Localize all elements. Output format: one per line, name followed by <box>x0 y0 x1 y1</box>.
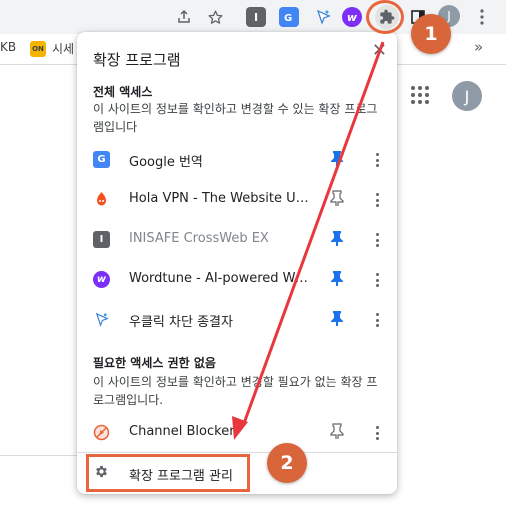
page-avatar[interactable]: J <box>452 81 482 111</box>
full-access-heading: 전체 액세스 <box>93 85 153 99</box>
extension-label: Google 번역 <box>129 155 203 170</box>
inisafe-icon: I <box>93 231 110 248</box>
svg-text:G: G <box>284 13 292 24</box>
extension-label: Channel Blocker <box>129 424 235 439</box>
no-access-heading: 필요한 액세스 권한 없음 <box>93 356 216 370</box>
extension-row-wordtune[interactable]: w Wordtune - AI-powered Writing Companio… <box>77 260 397 300</box>
extension-row-google-translate[interactable]: G Google 번역 <box>77 140 397 180</box>
google-translate-icon[interactable]: G <box>279 7 299 27</box>
more-vert-icon[interactable] <box>369 191 385 209</box>
hola-vpn-icon <box>93 191 110 208</box>
annotation-badge-2: 2 <box>267 443 307 483</box>
wordtune-icon: w <box>93 271 110 288</box>
extensions-popup: 확장 프로그램 ✕ 전체 액세스 이 사이트의 정보를 확인하고 변경할 수 있… <box>77 32 397 494</box>
google-translate-icon: G <box>93 151 110 168</box>
extension-row-hola-vpn[interactable]: Hola VPN - The Website Unblocker <box>77 180 397 220</box>
share-icon[interactable] <box>172 5 196 29</box>
wordtune-icon[interactable]: w <box>342 7 362 27</box>
popup-title: 확장 프로그램 <box>93 51 181 69</box>
extension-label: 우클릭 차단 종결자 <box>129 315 233 330</box>
more-vert-icon[interactable] <box>470 5 494 29</box>
extension-row-channel-blocker[interactable]: Channel Blocker <box>77 413 397 453</box>
apps-grid-icon[interactable] <box>411 86 429 104</box>
extension-label: Wordtune - AI-powered Writing Companion <box>129 271 309 286</box>
pin-icon[interactable] <box>330 150 346 168</box>
bookmark-more-button[interactable]: » <box>474 38 483 56</box>
pin-outline-icon[interactable] <box>330 423 346 441</box>
pin-icon[interactable] <box>330 310 346 328</box>
extension-row-right-click-unblocker[interactable]: 우클릭 차단 종결자 <box>77 300 397 340</box>
ublock-icon <box>93 311 110 328</box>
more-vert-icon[interactable] <box>369 311 385 329</box>
pin-icon[interactable] <box>330 270 346 288</box>
extension-row-inisafe[interactable]: I INISAFE CrossWeb EX <box>77 220 397 260</box>
more-vert-icon[interactable] <box>369 151 385 169</box>
pin-icon[interactable] <box>330 230 346 248</box>
bookmark-favicon: ON <box>30 41 46 57</box>
ublock-icon[interactable] <box>313 7 333 27</box>
extension-label: INISAFE CrossWeb EX <box>129 231 269 246</box>
full-access-description: 이 사이트의 정보를 확인하고 변경할 수 있는 확장 프로그램입니다 <box>93 102 378 134</box>
annotation-badge-1: 1 <box>411 14 451 54</box>
inisafe-icon[interactable]: I <box>246 7 266 27</box>
annotation-ring <box>366 0 404 34</box>
more-vert-icon[interactable] <box>369 271 385 289</box>
channel-blocker-icon <box>93 424 110 441</box>
close-icon[interactable]: ✕ <box>372 40 387 61</box>
annotation-box <box>86 454 250 492</box>
more-vert-icon[interactable] <box>369 424 385 442</box>
pin-outline-icon[interactable] <box>330 190 346 208</box>
bookmark-item[interactable]: KB <box>0 40 16 54</box>
more-vert-icon[interactable] <box>369 231 385 249</box>
no-access-description: 이 사이트의 정보를 확인하고 변경할 필요가 없는 확장 프로그램입니다. <box>93 375 378 407</box>
bookmark-item[interactable]: 시세 <box>52 40 74 57</box>
star-icon[interactable] <box>203 5 227 29</box>
page-divider <box>0 455 80 456</box>
extension-label: Hola VPN - The Website Unblocker <box>129 191 309 206</box>
popup-divider <box>77 452 397 453</box>
